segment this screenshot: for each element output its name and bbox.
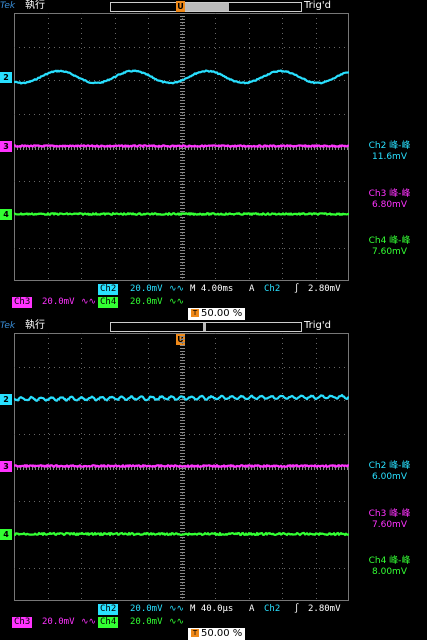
ch3-scale: 20.0mV [42,297,75,307]
ch3-ground-marker: 3 [0,461,12,472]
ch2-scale: 20.0mV [130,604,163,614]
trigger-source: Ch2 [264,284,281,294]
trigger-position-readout: T 50.00 % [188,628,246,640]
measurement-value: 7.60mV [372,520,407,530]
ch4-trace [14,531,349,537]
trigger-position-marker: U [176,1,185,12]
acquisition-status: 執行 [25,0,45,11]
record-view-bar [110,322,302,332]
measurement-label: Ch4 峰-峰 [368,236,411,246]
ch2-ground-marker: 2 [0,394,12,405]
ch3-ground-marker: 3 [0,141,12,152]
bandwidth-limit-icon: ∿∿ [169,297,185,307]
measurement-ch4: Ch4 峰-峰 8.00mV [352,556,427,578]
scope-screen-1: Tek 執行 U Trig'd 2 3 4 Ch2 峰-峰 11.6mV Ch3… [0,0,427,320]
measurement-label: Ch2 峰-峰 [368,141,411,151]
measurement-ch3: Ch3 峰-峰 6.80mV [352,189,427,211]
trigger-position-value: 50.00 % [201,308,243,319]
ch3-label: Ch3 [12,297,33,308]
measurement-ch3: Ch3 峰-峰 7.60mV [352,509,427,531]
trigger-source: Ch2 [264,604,281,614]
measurement-ch2: Ch2 峰-峰 6.00mV [352,461,427,483]
ch3-trace [14,144,349,148]
status-line-1: Ch2 20.0mV ∿∿ M 40.0µs A Ch2 ∫ 2.80mV [0,603,427,616]
measurement-value: 8.00mV [372,567,407,577]
ch3-trace [14,464,349,468]
graticule-svg [14,13,349,281]
ch4-label: Ch4 [98,617,119,628]
brand-logo: Tek [0,321,16,331]
scope-screen-2: Tek 執行 U Trig'd 2 3 4 Ch2 峰-峰 6.00mV Ch3… [0,320,427,640]
trigger-level: 2.80mV [308,284,341,294]
bandwidth-limit-icon: ∿∿ [169,617,185,627]
ch2-scale: 20.0mV [130,284,163,294]
ch4-ground-marker: 4 [0,209,12,220]
acquisition-status: 執行 [25,320,45,331]
measurement-label: Ch3 峰-峰 [368,189,411,199]
trigger-sequence: A [249,604,255,614]
measurement-value: 11.6mV [372,152,407,162]
bandwidth-limit-icon: ∿∿ [169,604,185,614]
ch4-scale: 20.0mV [130,617,163,627]
trigger-position-value: 50.00 % [201,628,243,639]
trigger-sequence: A [249,284,255,294]
trigger-point-icon: T [191,309,199,317]
ch2-ground-marker: 2 [0,72,12,83]
measurement-ch2: Ch2 峰-峰 11.6mV [352,141,427,163]
timebase: M 4.00ms [190,284,234,294]
top-status-bar: Tek 執行 U Trig'd [0,0,427,13]
trigger-state: Trig'd [304,0,331,11]
status-line-1: Ch2 20.0mV ∿∿ M 4.00ms A Ch2 ∫ 2.80mV [0,283,427,296]
measurement-value: 6.00mV [372,472,407,482]
ch4-trace [14,212,349,216]
measurement-label: Ch3 峰-峰 [368,509,411,519]
bandwidth-limit-icon: ∿∿ [81,617,97,627]
bandwidth-limit-icon: ∿∿ [169,284,185,294]
ch4-ground-marker: 4 [0,529,12,540]
ch2-label: Ch2 [98,284,119,295]
trigger-position-readout: T 50.00 % [188,308,246,320]
ch2-label: Ch2 [98,604,119,615]
trigger-point-icon: T [191,629,199,637]
ch4-label: Ch4 [98,297,119,308]
measurement-value: 6.80mV [372,200,407,210]
bandwidth-limit-icon: ∿∿ [81,297,97,307]
timebase: M 40.0µs [190,604,234,614]
waveform-graticule [14,333,349,601]
measurement-value: 7.60mV [372,247,407,257]
record-view-bar [110,2,302,12]
rising-edge-icon: ∫ [294,284,300,294]
ch3-label: Ch3 [12,617,33,628]
waveform-graticule [14,13,349,281]
measurement-ch4: Ch4 峰-峰 7.60mV [352,236,427,258]
trigger-state: Trig'd [304,320,331,331]
ch3-scale: 20.0mV [42,617,75,627]
ch4-scale: 20.0mV [130,297,163,307]
graticule-svg [14,333,349,601]
measurement-label: Ch2 峰-峰 [368,461,411,471]
brand-logo: Tek [0,1,16,11]
top-status-bar: Tek 執行 U Trig'd [0,320,427,345]
trigger-level: 2.80mV [308,604,341,614]
rising-edge-icon: ∫ [294,604,300,614]
measurement-label: Ch4 峰-峰 [368,556,411,566]
